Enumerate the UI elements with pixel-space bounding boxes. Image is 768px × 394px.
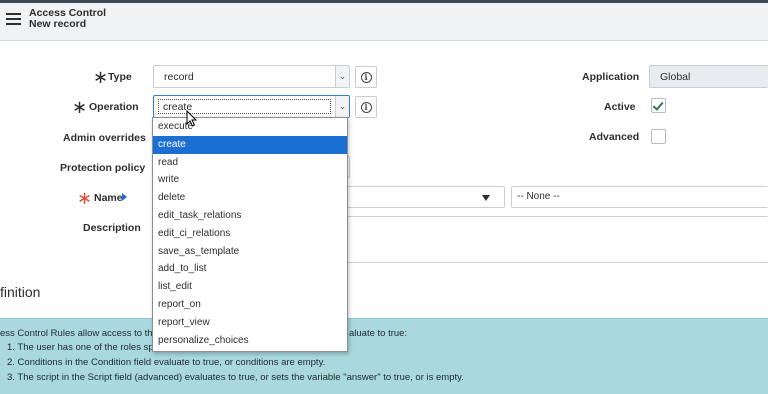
type-select[interactable]: record ⌄ <box>153 65 350 88</box>
form-subtitle: New record <box>29 18 87 30</box>
chevron-down-icon[interactable]: ⌄ <box>335 96 349 117</box>
description-label: Description <box>83 222 141 234</box>
info-line-1-tail: aluate to true: <box>349 328 408 339</box>
dropdown-option-report-on[interactable]: report_on <box>153 296 347 314</box>
mouse-cursor-icon <box>186 110 198 127</box>
dropdown-option-execute[interactable]: execute <box>153 118 347 136</box>
operation-dropdown-list[interactable]: execute create read write delete edit_task_re… <box>152 117 348 352</box>
dropdown-option-save-as-template[interactable]: save_as_template <box>153 243 347 261</box>
triangle-right-icon[interactable] <box>122 193 127 201</box>
dropdown-option-read[interactable]: read <box>153 154 347 172</box>
type-info-button[interactable]: i <box>355 66 377 88</box>
chevron-down-icon[interactable]: ⌄ <box>335 66 349 87</box>
check-icon <box>652 99 664 111</box>
dropdown-option-create[interactable]: create <box>153 135 347 154</box>
dropdown-option-list-edit[interactable]: list_edit <box>153 278 347 296</box>
dropdown-option-add-to-list[interactable]: add_to_list <box>153 260 347 278</box>
dropdown-option-report-view[interactable]: report_view <box>153 314 347 332</box>
description-textarea[interactable] <box>340 216 768 263</box>
info-circle-icon: i <box>360 71 372 83</box>
dropdown-option-personalize-choices[interactable]: personalize_choices <box>153 332 347 350</box>
protection-policy-label: Protection policy <box>60 162 146 174</box>
name-field-value: -- None -- <box>517 191 560 202</box>
dropdown-option-edit-ci-relations[interactable]: edit_ci_relations <box>153 225 347 243</box>
info-line-4: 3. The script in the Script field (advan… <box>7 372 464 383</box>
active-checkbox[interactable] <box>651 98 666 113</box>
dropdown-option-write[interactable]: write <box>153 171 347 189</box>
operation-info-button[interactable]: i <box>355 96 377 118</box>
info-line-1: ess Control Rules allow access to the s <box>0 328 166 339</box>
active-label: Active <box>604 101 636 113</box>
advanced-label: Advanced <box>589 131 640 143</box>
dropdown-option-edit-task-relations[interactable]: edit_task_relations <box>153 207 347 225</box>
required-star-icon: ∗ <box>72 97 88 117</box>
info-circle-icon: i <box>360 101 372 113</box>
required-star-icon: ∗ <box>77 188 93 208</box>
info-line-3: 2. Conditions in the Condition field eva… <box>7 357 326 368</box>
info-line-2: 1. The user has one of the roles spec <box>7 342 164 353</box>
required-star-icon: ∗ <box>93 67 109 87</box>
admin-overrides-label: Admin overrides <box>63 132 146 144</box>
application-field: Global <box>649 65 768 88</box>
form-header <box>0 3 768 41</box>
section-title: finition <box>0 284 41 300</box>
application-value: Global <box>660 71 691 83</box>
dropdown-arrow-icon <box>482 195 490 201</box>
operation-label: Operation <box>89 101 139 113</box>
type-label: Type <box>108 71 132 83</box>
advanced-checkbox[interactable] <box>651 129 666 144</box>
name-field-select[interactable]: -- None -- <box>511 186 768 208</box>
operation-select[interactable]: create ⌄ <box>153 95 350 118</box>
hamburger-menu-icon[interactable] <box>6 13 21 25</box>
dropdown-option-delete[interactable]: delete <box>153 189 347 207</box>
type-select-value: record <box>164 71 194 83</box>
operation-focus-ring: create <box>158 99 331 114</box>
name-label: Name <box>94 192 123 204</box>
name-table-select[interactable] <box>340 186 505 208</box>
application-label: Application <box>582 71 640 83</box>
